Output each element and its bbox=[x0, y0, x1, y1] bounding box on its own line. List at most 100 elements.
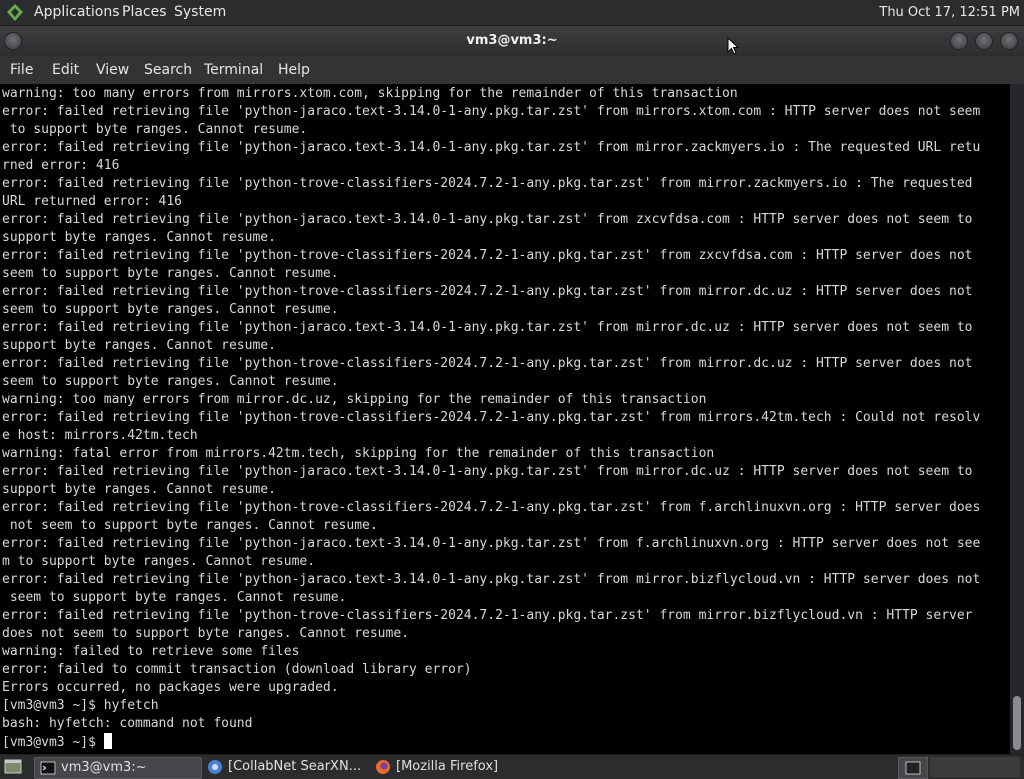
terminal-line: error: failed retrieving file 'python-ja… bbox=[2, 319, 980, 337]
terminal-line: error: failed retrieving file 'python-tr… bbox=[2, 499, 980, 517]
terminal-line: support byte ranges. Cannot resume. bbox=[2, 337, 980, 355]
show-desktop-icon[interactable] bbox=[4, 758, 22, 775]
task-terminal[interactable]: vm3@vm3:~ bbox=[34, 757, 202, 779]
terminal-line-text: support byte ranges. Cannot resume. bbox=[2, 482, 276, 497]
terminal-line: error: failed retrieving file 'python-tr… bbox=[2, 607, 980, 625]
window-titlebar[interactable]: vm3@vm3:~ bbox=[0, 26, 1024, 56]
terminal-line-text: e host: mirrors.42tm.tech bbox=[2, 428, 198, 443]
terminal-line: warning: failed to retrieve some files bbox=[2, 643, 980, 661]
menu-help[interactable]: Help bbox=[278, 56, 310, 84]
terminal-icon bbox=[40, 761, 56, 775]
terminal-line-text: support byte ranges. Cannot resume. bbox=[2, 230, 276, 245]
workspace-empty-area[interactable] bbox=[930, 757, 1020, 777]
workspace-switcher[interactable] bbox=[898, 757, 928, 779]
terminal-line-text: error: failed retrieving file 'python-ja… bbox=[2, 536, 981, 551]
menu-file[interactable]: File bbox=[10, 56, 33, 84]
terminal-line: error: failed retrieving file 'python-tr… bbox=[2, 247, 980, 265]
terminal-line: does not seem to support byte ranges. Ca… bbox=[2, 625, 980, 643]
terminal-line: support byte ranges. Cannot resume. bbox=[2, 229, 980, 247]
terminal-scrollbar[interactable] bbox=[1010, 84, 1024, 754]
maximize-icon[interactable] bbox=[975, 32, 993, 50]
task-label: vm3@vm3:~ bbox=[61, 760, 147, 775]
terminal-line-text: error: failed retrieving file 'python-tr… bbox=[2, 500, 981, 515]
distro-logo-icon[interactable] bbox=[5, 3, 25, 22]
terminal-line: error: failed retrieving file 'python-ja… bbox=[2, 571, 980, 589]
task-searxng-browser[interactable]: [CollabNet SearXN... bbox=[202, 757, 386, 777]
terminal-line-text: error: failed retrieving file 'python-tr… bbox=[2, 608, 973, 623]
menu-applications[interactable]: Applications bbox=[34, 0, 120, 25]
terminal-line-text: [vm3@vm3 ~]$ hyfetch bbox=[2, 698, 159, 713]
terminal-line: seem to support byte ranges. Cannot resu… bbox=[2, 373, 980, 391]
terminal-line: error: failed retrieving file 'python-tr… bbox=[2, 409, 980, 427]
terminal-line: error: failed retrieving file 'python-ja… bbox=[2, 535, 980, 553]
terminal-line-text: URL returned error: 416 bbox=[2, 194, 183, 209]
terminal-line-text: error: failed retrieving file 'python-ja… bbox=[2, 140, 981, 155]
terminal-line: error: failed retrieving file 'python-ja… bbox=[2, 103, 980, 121]
terminal-line: bash: hyfetch: command not found bbox=[2, 715, 980, 733]
terminal-line: error: failed retrieving file 'python-ja… bbox=[2, 211, 980, 229]
terminal-line-text: error: failed to commit transaction (dow… bbox=[2, 662, 472, 677]
terminal-line: support byte ranges. Cannot resume. bbox=[2, 481, 980, 499]
terminal-line: URL returned error: 416 bbox=[2, 193, 980, 211]
workspace-icon bbox=[905, 761, 921, 775]
terminal-line: error: failed retrieving file 'python-tr… bbox=[2, 283, 980, 301]
menu-terminal[interactable]: Terminal bbox=[204, 56, 263, 84]
menu-places[interactable]: Places bbox=[122, 0, 167, 25]
terminal-line-text: to support byte ranges. Cannot resume. bbox=[2, 122, 308, 137]
terminal-line: error: failed retrieving file 'python-ja… bbox=[2, 139, 980, 157]
terminal-line: to support byte ranges. Cannot resume. bbox=[2, 121, 980, 139]
close-icon[interactable] bbox=[1000, 32, 1018, 50]
scrollbar-thumb[interactable] bbox=[1013, 696, 1021, 750]
terminal-line-text: warning: too many errors from mirrors.xt… bbox=[2, 86, 738, 101]
terminal-line: Errors occurred, no packages were upgrad… bbox=[2, 679, 980, 697]
terminal-line-text: Errors occurred, no packages were upgrad… bbox=[2, 680, 339, 695]
terminal-line-text: [vm3@vm3 ~]$ bbox=[2, 735, 104, 750]
terminal-line-text: rned error: 416 bbox=[2, 158, 120, 173]
terminal-line: seem to support byte ranges. Cannot resu… bbox=[2, 301, 980, 319]
terminal-line: error: failed to commit transaction (dow… bbox=[2, 661, 980, 679]
top-panel: Applications Places System Thu Oct 17, 1… bbox=[0, 0, 1024, 26]
terminal-line: seem to support byte ranges. Cannot resu… bbox=[2, 589, 980, 607]
terminal-line-text: error: failed retrieving file 'python-ja… bbox=[2, 212, 973, 227]
terminal-line-text: not seem to support byte ranges. Cannot … bbox=[2, 518, 378, 533]
terminal-line-text: error: failed retrieving file 'python-ja… bbox=[2, 104, 981, 119]
terminal-line-text: seem to support byte ranges. Cannot resu… bbox=[2, 302, 339, 317]
terminal-line-text: m to support byte ranges. Cannot resume. bbox=[2, 554, 316, 569]
menu-search[interactable]: Search bbox=[144, 56, 192, 84]
task-label: [Mozilla Firefox] bbox=[396, 759, 499, 774]
terminal-line: warning: too many errors from mirror.dc.… bbox=[2, 391, 980, 409]
menu-system[interactable]: System bbox=[174, 0, 226, 25]
task-firefox[interactable]: [Mozilla Firefox] bbox=[370, 757, 546, 777]
minimize-icon[interactable] bbox=[950, 32, 968, 50]
terminal-line-text: error: failed retrieving file 'python-ja… bbox=[2, 464, 973, 479]
terminal-line-text: error: failed retrieving file 'python-tr… bbox=[2, 248, 973, 263]
terminal-line: [vm3@vm3 ~]$ bbox=[2, 733, 980, 751]
terminal-line-text: warning: too many errors from mirror.dc.… bbox=[2, 392, 707, 407]
menubar: File Edit View Search Terminal Help bbox=[0, 56, 1024, 84]
terminal-line-text: error: failed retrieving file 'python-tr… bbox=[2, 284, 973, 299]
terminal-line-text: warning: fatal error from mirrors.42tm.t… bbox=[2, 446, 715, 461]
terminal-output[interactable]: warning: too many errors from mirrors.xt… bbox=[0, 84, 1010, 754]
terminal-lines: warning: too many errors from mirrors.xt… bbox=[2, 85, 980, 751]
terminal-line: error: failed retrieving file 'python-ja… bbox=[2, 463, 980, 481]
terminal-line: e host: mirrors.42tm.tech bbox=[2, 427, 980, 445]
terminal-line: [vm3@vm3 ~]$ hyfetch bbox=[2, 697, 980, 715]
terminal-line-text: error: failed retrieving file 'python-tr… bbox=[2, 176, 973, 191]
bottom-panel: vm3@vm3:~ [CollabNet SearXN... [Mozilla … bbox=[0, 754, 1024, 779]
terminal-line-text: seem to support byte ranges. Cannot resu… bbox=[2, 590, 347, 605]
terminal-line: rned error: 416 bbox=[2, 157, 980, 175]
terminal-line-text: seem to support byte ranges. Cannot resu… bbox=[2, 266, 339, 281]
chromium-icon bbox=[208, 760, 222, 774]
terminal-line-text: error: failed retrieving file 'python-ja… bbox=[2, 572, 981, 587]
terminal-line: warning: fatal error from mirrors.42tm.t… bbox=[2, 445, 980, 463]
menu-view[interactable]: View bbox=[96, 56, 129, 84]
terminal-line-text: error: failed retrieving file 'python-ja… bbox=[2, 320, 973, 335]
menu-edit[interactable]: Edit bbox=[52, 56, 79, 84]
window-title: vm3@vm3:~ bbox=[466, 33, 558, 48]
terminal-line-text: support byte ranges. Cannot resume. bbox=[2, 338, 276, 353]
terminal-line-text: warning: failed to retrieve some files bbox=[2, 644, 300, 659]
terminal-line: warning: too many errors from mirrors.xt… bbox=[2, 85, 980, 103]
task-label: [CollabNet SearXN... bbox=[228, 759, 362, 774]
terminal-line: m to support byte ranges. Cannot resume. bbox=[2, 553, 980, 571]
clock[interactable]: Thu Oct 17, 12:51 PM bbox=[879, 0, 1020, 25]
